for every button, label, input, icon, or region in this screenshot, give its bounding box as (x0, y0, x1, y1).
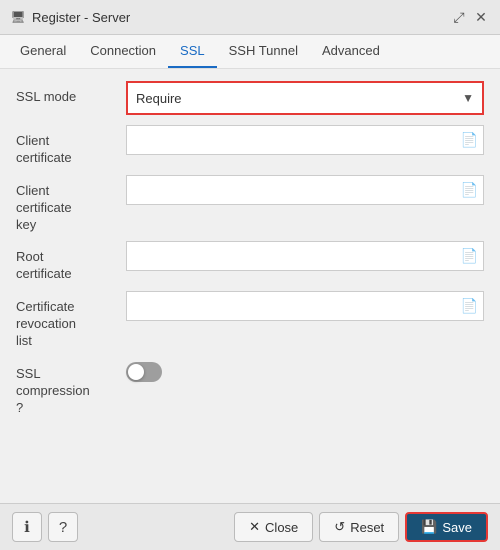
toggle-track (126, 362, 162, 382)
footer: ℹ ? ✕ Close ↺ Reset 💾 Save (0, 503, 500, 550)
close-button[interactable]: ✕ Close (234, 512, 313, 542)
toggle-thumb (128, 364, 144, 380)
tab-bar: General Connection SSL SSH Tunnel Advanc… (0, 35, 500, 69)
reset-label: Reset (350, 520, 384, 535)
client-cert-key-input[interactable] (126, 175, 484, 205)
x-icon: ✕ (249, 519, 260, 535)
info-button[interactable]: ℹ (12, 512, 42, 542)
cert-revocation-input[interactable] (126, 291, 484, 321)
close-label: Close (265, 520, 298, 535)
client-cert-key-row: Clientcertificatekey 📄 (16, 175, 484, 234)
root-cert-row: Rootcertificate 📄 (16, 241, 484, 283)
help-button[interactable]: ? (48, 512, 78, 542)
folder-icon-4[interactable]: 📄 (461, 298, 478, 315)
ssl-mode-row: SSL mode Require Allow Prefer Disable Ve… (16, 81, 484, 117)
cert-revocation-label: Certificaterevocationlist (16, 291, 126, 350)
client-cert-control: 📄 (126, 125, 484, 155)
cert-revocation-row: Certificaterevocationlist 📄 (16, 291, 484, 350)
help-icon: ? (59, 519, 67, 536)
tab-ssh-tunnel[interactable]: SSH Tunnel (217, 35, 310, 68)
tab-advanced[interactable]: Advanced (310, 35, 392, 68)
folder-icon-3[interactable]: 📄 (461, 248, 478, 265)
client-cert-label: Clientcertificate (16, 125, 126, 167)
save-button[interactable]: 💾 Save (405, 512, 488, 542)
ssl-mode-control: Require Allow Prefer Disable Verify-CA V… (126, 81, 484, 115)
info-icon: ℹ (24, 518, 30, 536)
save-icon: 💾 (421, 519, 437, 535)
window-close-button[interactable]: ✕ (472, 8, 490, 26)
title-bar: 🖥 Register - Server ⤢ ✕ (0, 0, 500, 35)
root-cert-input[interactable] (126, 241, 484, 271)
cert-revocation-control: 📄 (126, 291, 484, 321)
save-label: Save (442, 520, 472, 535)
ssl-compression-row: SSLcompression? (16, 358, 484, 417)
ssl-compression-toggle[interactable] (126, 362, 162, 382)
client-cert-key-control: 📄 (126, 175, 484, 205)
footer-left-buttons: ℹ ? (12, 512, 78, 542)
tab-ssl[interactable]: SSL (168, 35, 217, 68)
main-content: SSL mode Require Allow Prefer Disable Ve… (0, 69, 500, 503)
ssl-mode-select[interactable]: Require Allow Prefer Disable Verify-CA V… (128, 83, 482, 113)
folder-icon[interactable]: 📄 (461, 132, 478, 149)
window-title: Register - Server (32, 10, 130, 25)
footer-right-buttons: ✕ Close ↺ Reset 💾 Save (234, 512, 488, 542)
window-controls: ⤢ ✕ (450, 8, 490, 26)
reset-button[interactable]: ↺ Reset (319, 512, 399, 542)
client-cert-row: Clientcertificate 📄 (16, 125, 484, 167)
client-cert-input[interactable] (126, 125, 484, 155)
tab-connection[interactable]: Connection (78, 35, 168, 68)
expand-button[interactable]: ⤢ (450, 8, 468, 26)
root-cert-label: Rootcertificate (16, 241, 126, 283)
ssl-mode-label: SSL mode (16, 81, 126, 106)
server-icon: 🖥 (10, 9, 26, 25)
ssl-compression-label: SSLcompression? (16, 358, 126, 417)
folder-icon-2[interactable]: 📄 (461, 181, 478, 198)
root-cert-control: 📄 (126, 241, 484, 271)
reset-icon: ↺ (334, 519, 345, 535)
client-cert-key-label: Clientcertificatekey (16, 175, 126, 234)
tab-general[interactable]: General (8, 35, 78, 68)
ssl-compression-toggle-wrap (126, 358, 162, 382)
